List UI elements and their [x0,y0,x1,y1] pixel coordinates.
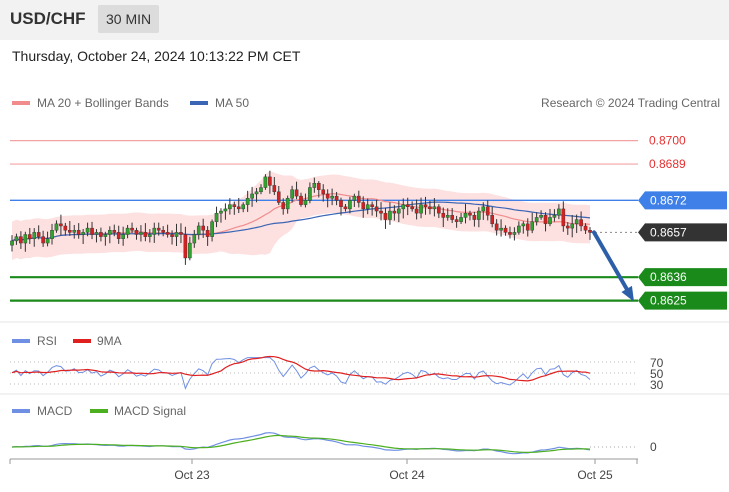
legend-swatch-macd [12,409,30,413]
price-label: 0.8625 [650,294,687,308]
price-label: 0.8700 [649,134,686,148]
price-label: 0.8657 [650,225,687,239]
legend-label-ma50: MA 50 [215,96,249,110]
forecast-arrow-shaft [592,230,632,297]
macd-pane [11,432,638,455]
x-tick-label: Oct 25 [577,468,613,482]
legend-swatch-ma50 [190,101,208,105]
macd-legend: MACD MACD Signal [12,404,186,418]
price-labels: 0.8700 0.8689 0.8672 0.8657 0.8636 0.8625 [638,134,727,310]
legend-label-macd-signal: MACD Signal [114,404,186,418]
macd-zero-label: 0 [650,440,657,454]
macd-signal-line [11,434,591,454]
price-label: 0.8689 [649,157,686,171]
main-legend: MA 20 + Bollinger Bands MA 50 Research ©… [12,96,720,110]
price-label: 0.8672 [650,193,687,207]
price-label: 0.8636 [650,270,687,284]
credit-text: Research © 2024 Trading Central [541,96,720,110]
forecast-arrow [592,230,635,302]
legend-swatch-ma20 [12,101,30,105]
rsi-pane [10,355,638,390]
chart-svg: MA 20 + Bollinger Bands MA 50 Research ©… [0,96,729,482]
legend-swatch-9ma [73,339,91,343]
rsi-legend: RSI 9MA [12,334,122,348]
legend-label-9ma: 9MA [97,334,122,348]
legend-label-macd: MACD [37,404,73,418]
x-tick-label: Oct 24 [389,468,425,482]
legend-swatch-macd-signal [90,409,108,413]
legend-swatch-rsi [12,339,30,343]
x-tick-label: Oct 23 [174,468,210,482]
legend-label-ma20: MA 20 + Bollinger Bands [37,96,169,110]
rsi-level-30: 30 [650,378,664,392]
legend-label-rsi: RSI [37,334,57,348]
